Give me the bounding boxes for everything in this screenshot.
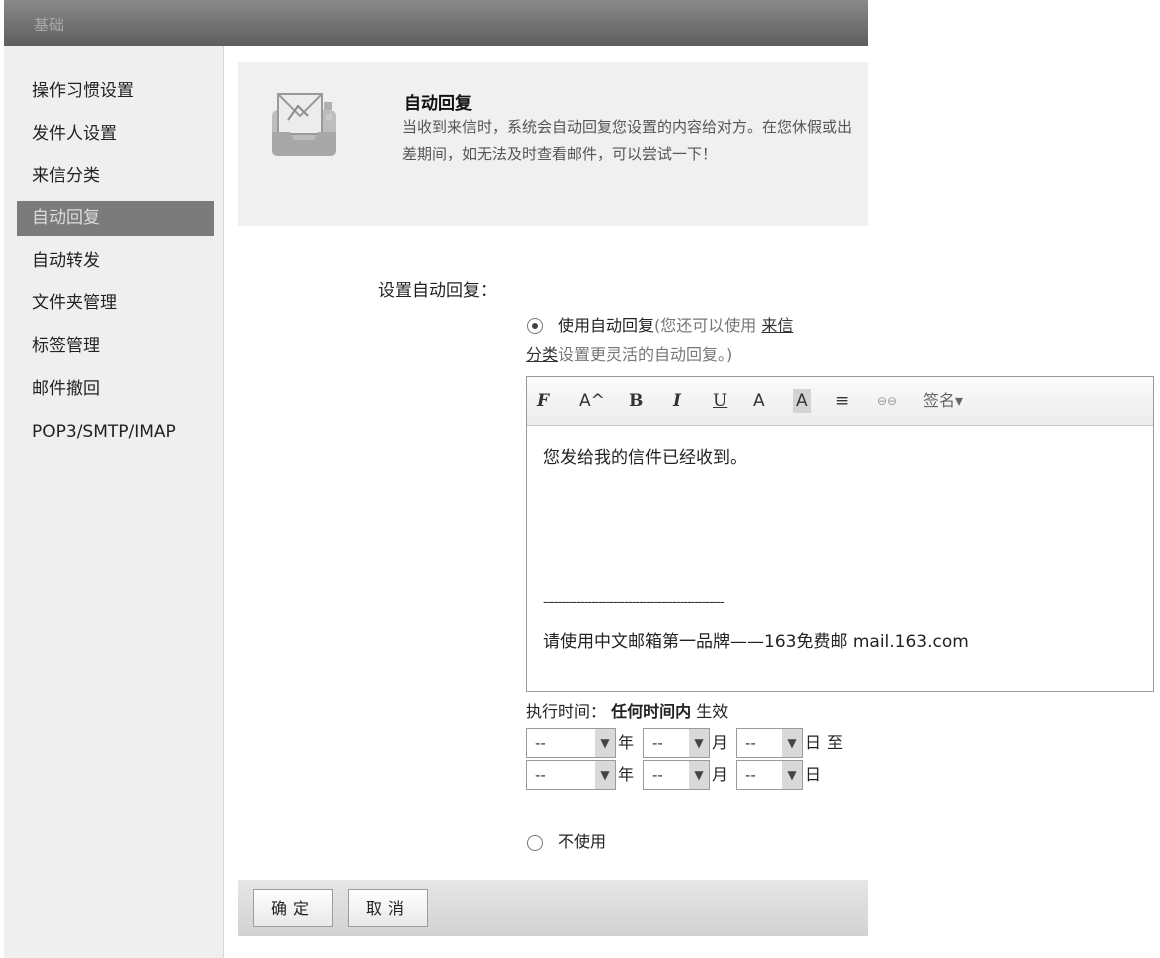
link-icon[interactable]: ⊖⊖ [877, 389, 897, 413]
end-month-value: -- [652, 766, 663, 784]
action-bar: 确定 取消 [238, 880, 868, 936]
sidebar-item-auto-reply[interactable]: 自动回复 [17, 201, 214, 236]
no-auto-reply-label: 不使用 [558, 832, 607, 851]
exec-time-prefix: 执行时间： [526, 702, 607, 721]
start-year-select[interactable]: -- ▼ [526, 728, 616, 758]
sidebar-item-tags[interactable]: 标签管理 [17, 329, 214, 364]
end-day-select[interactable]: -- ▼ [736, 760, 803, 790]
editor-toolbar: F A^ B I U A A ≡ ⊖⊖ 签名▾ [527, 377, 1153, 426]
reply-editor[interactable]: F A^ B I U A A ≡ ⊖⊖ 签名▾ 您发给我的信件已经收到。 ---… [526, 376, 1154, 692]
no-auto-reply-radio[interactable] [527, 835, 543, 851]
chevron-down-icon: ▼ [689, 761, 709, 789]
start-month-select[interactable]: -- ▼ [643, 728, 710, 758]
use-auto-reply-label: 使用自动回复 [558, 316, 655, 335]
end-month-select[interactable]: -- ▼ [643, 760, 710, 790]
bold-icon[interactable]: B [629, 389, 643, 413]
sidebar-item-sender[interactable]: 发件人设置 [17, 117, 214, 152]
mail-filter-link-cont[interactable]: 分类 [526, 345, 558, 364]
sidebar-item-recall[interactable]: 邮件撤回 [17, 372, 214, 407]
hint-suffix: 设置更灵活的自动回复。) [558, 345, 733, 364]
hint-prefix: (您还可以使用 [654, 316, 762, 335]
window-title: 基础 [34, 16, 65, 34]
ok-button[interactable]: 确定 [253, 889, 333, 927]
start-month-value: -- [652, 734, 663, 752]
exec-time-any: 任何时间内 [611, 702, 692, 721]
sidebar-item-auto-forward[interactable]: 自动转发 [17, 244, 214, 279]
signature-dropdown[interactable]: 签名▾ [923, 389, 963, 413]
end-year-unit: 年 [618, 765, 635, 784]
chevron-down-icon: ▼ [689, 729, 709, 757]
start-year-unit: 年 [618, 733, 635, 752]
chevron-down-icon: ▼ [782, 761, 802, 789]
end-day-unit: 日 [805, 765, 822, 784]
reply-content-line: 您发给我的信件已经收到。 [543, 448, 747, 468]
settings-sidebar: 操作习惯设置 发件人设置 来信分类 自动回复 自动转发 文件夹管理 标签管理 邮… [4, 46, 224, 958]
font-family-icon[interactable]: F [537, 389, 549, 413]
sidebar-item-habits[interactable]: 操作习惯设置 [17, 74, 214, 109]
sidebar-item-mail-filter[interactable]: 来信分类 [17, 159, 214, 194]
italic-icon[interactable]: I [673, 389, 681, 413]
end-year-select[interactable]: -- ▼ [526, 760, 616, 790]
end-day-value: -- [745, 766, 756, 784]
signature-text: 请使用中文邮箱第一品牌——163免费邮 mail.163.com [543, 632, 969, 652]
chevron-down-icon: ▼ [595, 761, 615, 789]
background-color-icon[interactable]: A [793, 389, 811, 413]
auto-reply-setting-label: 设置自动回复： [378, 281, 497, 301]
align-icon[interactable]: ≡ [835, 389, 849, 413]
mail-filter-link[interactable]: 来信 [761, 316, 793, 335]
use-auto-reply-hint-line2: 分类设置更灵活的自动回复。) [526, 341, 846, 369]
signature-divider: ----------------------------------------… [543, 595, 725, 610]
exec-time-label: 执行时间： 任何时间内 生效 [526, 698, 728, 722]
start-month-unit: 月 [712, 733, 729, 752]
feature-description: 当收到来信时，系统会自动回复您设置的内容给对方。在您休假或出差期间，如无法及时查… [402, 118, 853, 163]
underline-icon[interactable]: U [713, 389, 727, 413]
feature-title: 自动回复 [404, 94, 472, 114]
to-label: 至 [827, 733, 844, 752]
exec-time-suffix: 生效 [691, 702, 729, 721]
chevron-down-icon: ▼ [595, 729, 615, 757]
top-bar: 基础 [4, 0, 868, 46]
sidebar-item-pop3[interactable]: POP3/SMTP/IMAP [17, 415, 214, 450]
use-auto-reply-option: 使用自动回复(您还可以使用 来信 [558, 312, 848, 340]
start-day-unit: 日 [805, 733, 822, 752]
font-size-icon[interactable]: A^ [579, 389, 605, 413]
start-day-select[interactable]: -- ▼ [736, 728, 803, 758]
end-month-unit: 月 [712, 765, 729, 784]
chevron-down-icon: ▼ [782, 729, 802, 757]
feature-header: 自动回复 当收到来信时，系统会自动回复您设置的内容给对方。在您休假或出差期间，如… [238, 62, 868, 226]
sidebar-item-folders[interactable]: 文件夹管理 [17, 286, 214, 321]
cancel-button[interactable]: 取消 [348, 889, 428, 927]
font-color-icon[interactable]: A [753, 389, 765, 413]
use-auto-reply-radio[interactable] [527, 318, 543, 334]
end-year-value: -- [535, 766, 546, 784]
inbox-icon [272, 93, 336, 156]
start-day-value: -- [745, 734, 756, 752]
start-year-value: -- [535, 734, 546, 752]
